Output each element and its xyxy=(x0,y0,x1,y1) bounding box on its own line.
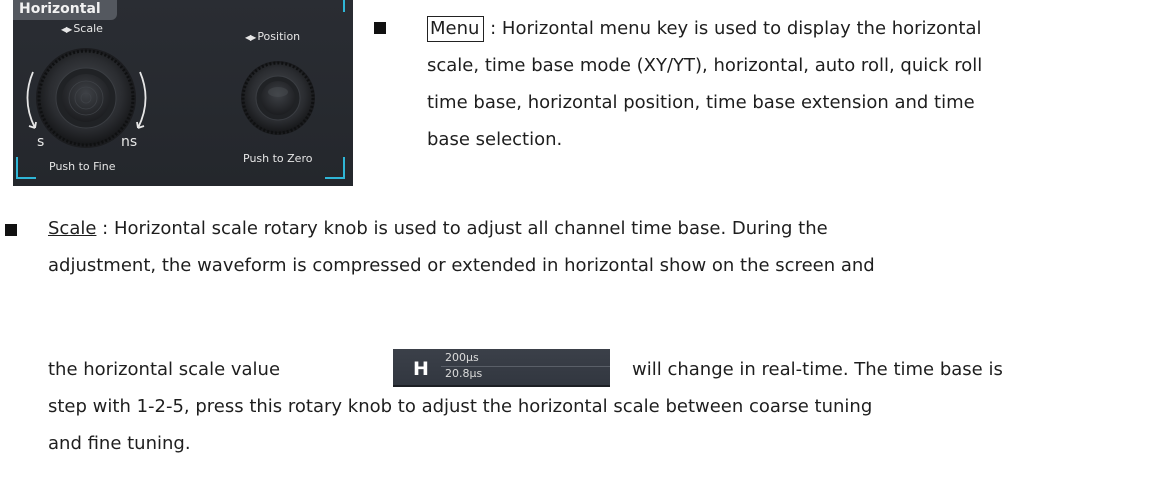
bullet-icon xyxy=(374,22,386,34)
menu-description-line: time base, horizontal position, time bas… xyxy=(427,92,975,113)
delay-value: 20.8µs xyxy=(445,367,483,380)
horizontal-control-panel-image: Horizontal ◀▶ Scale ◀▶ Position s ns Pus… xyxy=(13,0,353,186)
horizontal-scale-value-display: H 200µs 20.8µs xyxy=(393,349,610,387)
rotate-left-arrow-icon xyxy=(26,71,36,129)
position-knob[interactable] xyxy=(241,61,315,135)
menu-key-label: Menu xyxy=(427,16,485,42)
push-to-fine-label: Push to Fine xyxy=(49,160,116,173)
nanoseconds-label: ns xyxy=(121,134,138,150)
seconds-label: s xyxy=(37,134,45,150)
scale-knob[interactable] xyxy=(36,48,136,148)
scale-description-line: step with 1-2-5, press this rotary knob … xyxy=(48,396,873,417)
horizontal-indicator: H xyxy=(413,358,429,380)
menu-description-line: scale, time base mode (XY/YT), horizonta… xyxy=(427,55,983,76)
push-to-zero-label: Push to Zero xyxy=(243,152,313,165)
scale-description-line: will change in real-time. The time base … xyxy=(632,359,1003,380)
menu-description-line: base selection. xyxy=(427,129,563,150)
rotate-right-arrow-icon xyxy=(137,71,147,129)
scale-description-line: and fine tuning. xyxy=(48,433,191,454)
scale-key-label: Scale xyxy=(48,218,97,239)
scale-description-line: Scale : Horizontal scale rotary knob is … xyxy=(48,218,828,239)
time-base-value: 200µs xyxy=(445,351,479,364)
bullet-icon xyxy=(5,224,17,236)
scale-description-line: adjustment, the waveform is compressed o… xyxy=(48,255,875,276)
scale-description-line: the horizontal scale value xyxy=(48,359,281,380)
menu-description-line: Menu : Horizontal menu key is used to di… xyxy=(427,16,982,42)
